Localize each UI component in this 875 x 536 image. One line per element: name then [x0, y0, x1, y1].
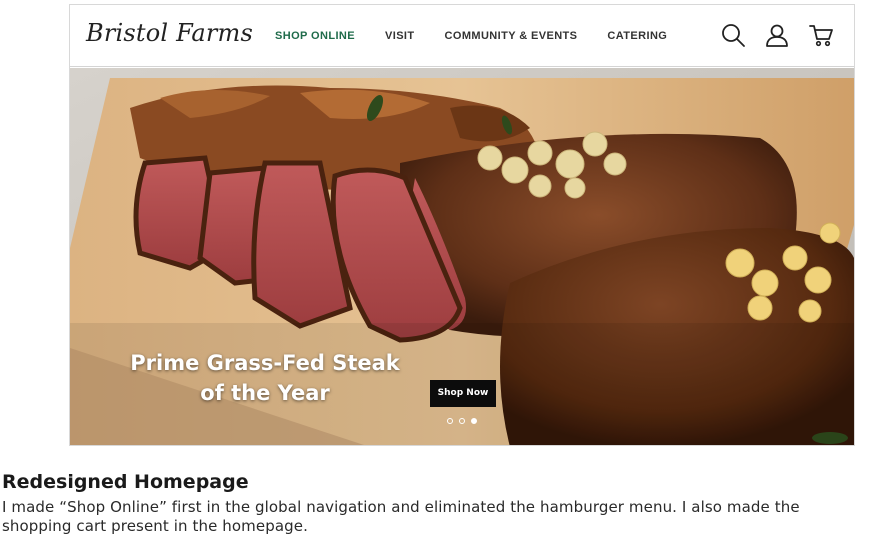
search-icon[interactable]: [720, 22, 746, 48]
carousel-dot-3[interactable]: [471, 418, 477, 424]
hero-headline-line-1: Prime Grass-Fed Steak: [130, 351, 400, 375]
user-icon[interactable]: [764, 22, 790, 48]
homepage-mockup: Bristol Farms SHOP ONLINE VISIT COMMUNIT…: [69, 4, 855, 446]
site-header: Bristol Farms SHOP ONLINE VISIT COMMUNIT…: [70, 5, 854, 67]
global-nav: SHOP ONLINE VISIT COMMUNITY & EVENTS CAT…: [275, 30, 697, 42]
shop-now-button[interactable]: Shop Now: [430, 380, 496, 407]
nav-visit[interactable]: VISIT: [385, 30, 415, 42]
logo[interactable]: Bristol Farms: [86, 19, 253, 47]
caption: Redesigned Homepage I made “Shop Online”…: [2, 471, 874, 536]
cart-icon[interactable]: [808, 22, 834, 48]
carousel-dot-2[interactable]: [459, 418, 465, 424]
hero-headline-line-2: of the Year: [200, 381, 330, 405]
hero-banner[interactable]: Prime Grass-Fed Steak of the Year Shop N…: [70, 68, 854, 445]
caption-body: I made “Shop Online” first in the global…: [2, 498, 800, 535]
hero-headline: Prime Grass-Fed Steak of the Year: [90, 348, 440, 408]
carousel-dot-1[interactable]: [447, 418, 453, 424]
header-icons: [702, 22, 834, 48]
nav-shop-online[interactable]: SHOP ONLINE: [275, 30, 355, 42]
nav-community-events[interactable]: COMMUNITY & EVENTS: [445, 30, 578, 42]
caption-title: Redesigned Homepage: [2, 471, 249, 493]
nav-catering[interactable]: CATERING: [607, 30, 667, 42]
carousel-dots: [447, 418, 483, 424]
